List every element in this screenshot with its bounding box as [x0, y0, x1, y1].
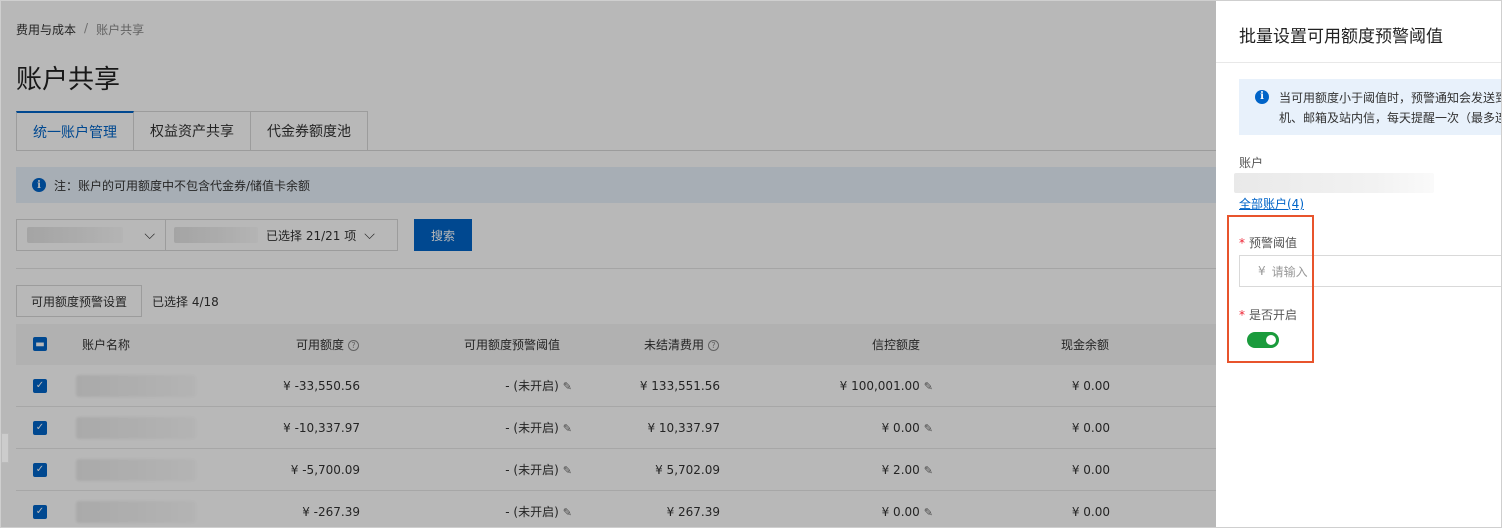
- drawer-divider: [1216, 62, 1501, 63]
- notice-line-1: 当可用额度小于阈值时，预警通知会发送到: [1279, 91, 1502, 105]
- modal-overlay[interactable]: [1, 1, 1216, 527]
- info-icon: i: [1255, 90, 1269, 104]
- highlight-box: [1227, 215, 1314, 363]
- main-page: 费用与成本 / 账户共享 账户共享 统一账户管理 权益资产共享 代金券额度池 i…: [0, 0, 1216, 528]
- drawer-title: 批量设置可用额度预警阈值: [1239, 27, 1443, 47]
- threshold-drawer: 批量设置可用额度预警阈值 i 当可用额度小于阈值时，预警通知会发送到 机、邮箱及…: [1216, 0, 1502, 528]
- side-handle[interactable]: [1, 433, 9, 463]
- account-label: 账户: [1239, 156, 1264, 170]
- all-accounts-link[interactable]: 全部账户(4): [1239, 195, 1304, 212]
- redacted-account: [1234, 173, 1434, 193]
- drawer-info-notice: i 当可用额度小于阈值时，预警通知会发送到 机、邮箱及站内信，每天提醒一次（最多…: [1239, 79, 1502, 135]
- notice-line-2: 机、邮箱及站内信，每天提醒一次（最多连: [1279, 111, 1502, 125]
